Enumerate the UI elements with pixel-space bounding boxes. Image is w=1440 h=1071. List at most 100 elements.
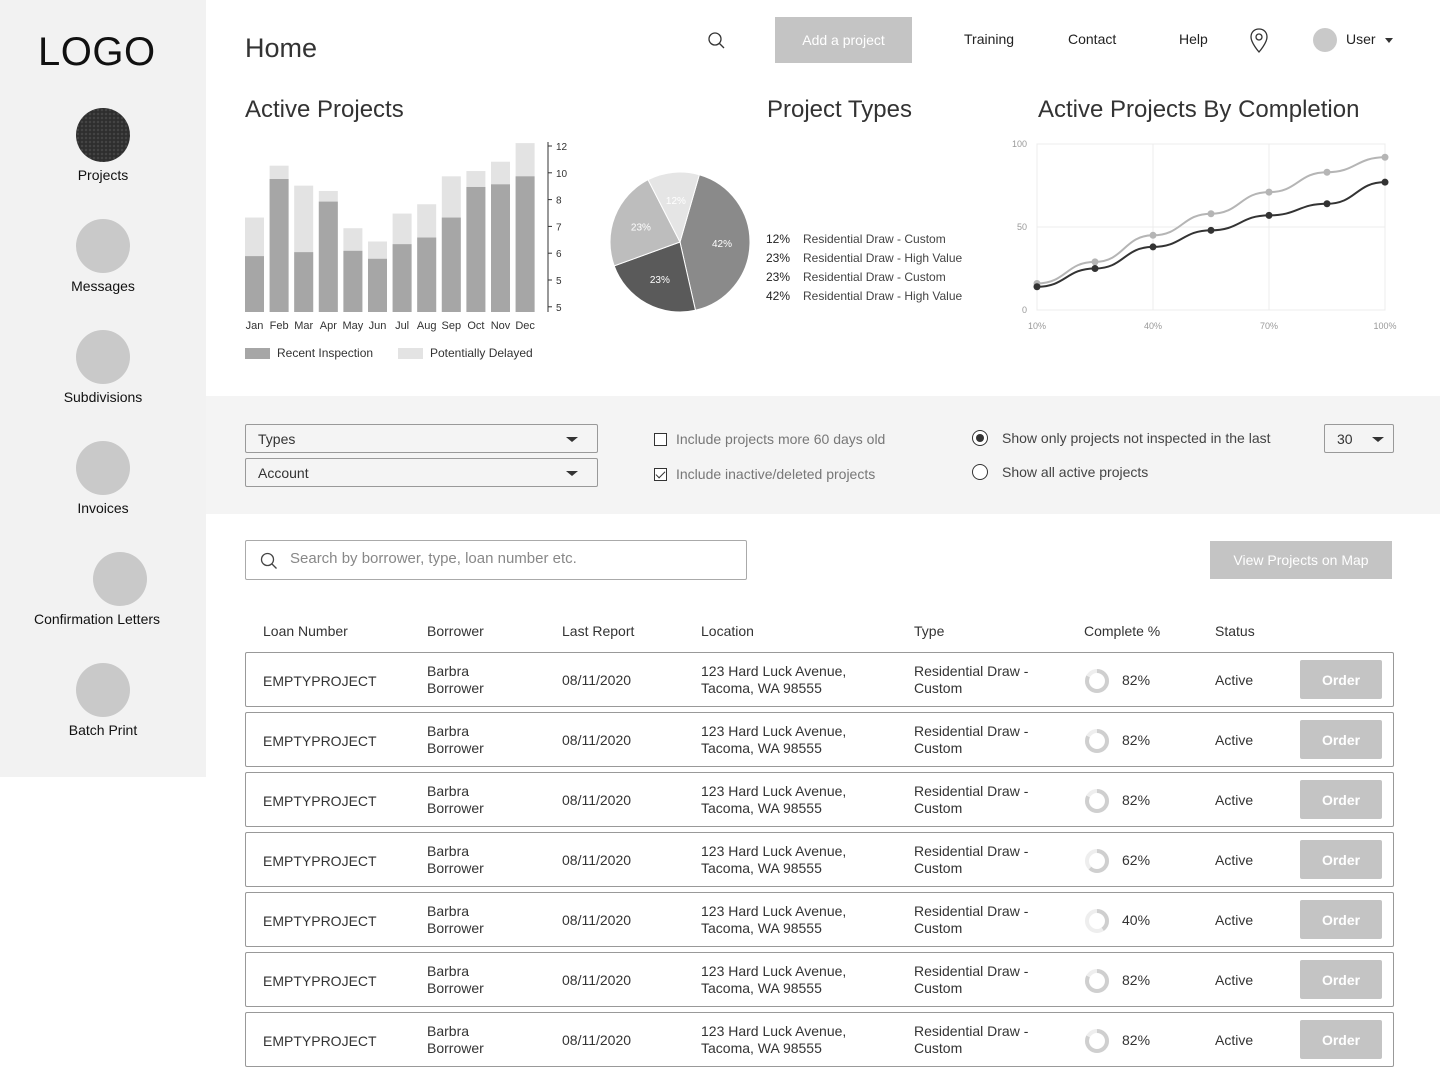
search-icon[interactable]: [707, 31, 727, 51]
x-tick-label: Jun: [369, 320, 387, 332]
type-line1-cell: Residential Draw -: [914, 663, 1029, 679]
invoices-icon: [76, 441, 130, 495]
radio-selected-icon[interactable]: [972, 430, 988, 446]
status-cell: Active: [1215, 1032, 1254, 1048]
table-row[interactable]: EMPTYPROJECT Barbra Borrower 08/11/2020 123 …: [245, 652, 1394, 707]
checkbox-checked-icon[interactable]: [654, 467, 667, 481]
location-line2-cell: Tacoma, WA 98555: [701, 740, 822, 756]
messages-icon: [76, 219, 130, 273]
completion-title: Active Projects By Completion: [1038, 96, 1360, 123]
order-button[interactable]: Order: [1300, 780, 1382, 819]
avatar[interactable]: [1313, 28, 1337, 52]
pie-legend-row: 23% Residential Draw - High Value: [766, 251, 962, 270]
table-row[interactable]: EMPTYPROJECT Barbra Borrower 08/11/2020 123 …: [245, 1012, 1394, 1067]
bar-recent-inspection: [343, 250, 363, 312]
status-cell: Active: [1215, 852, 1254, 868]
sidebar-item-invoices[interactable]: Invoices: [0, 441, 206, 516]
search-box[interactable]: [245, 540, 747, 580]
type-line2-cell: Custom: [914, 1040, 963, 1056]
types-select[interactable]: Types: [245, 424, 598, 453]
legend-swatch: [398, 347, 423, 359]
not-inspected-radio[interactable]: Show only projects not inspected in the …: [972, 430, 1271, 446]
pie-legend-row: 23% Residential Draw - Custom: [766, 270, 962, 289]
order-button[interactable]: Order: [1300, 660, 1382, 699]
borrower-first-cell: Barbra: [427, 723, 470, 739]
sidebar-item-confirmation-letters[interactable]: Confirmation Letters: [0, 552, 200, 627]
view-projects-on-map-button[interactable]: View Projects on Map: [1210, 541, 1392, 579]
account-select-value: Account: [258, 465, 309, 481]
sidebar-item-batch-print[interactable]: Batch Print: [0, 663, 206, 738]
user-menu[interactable]: User: [1346, 31, 1376, 47]
search-input[interactable]: [290, 550, 730, 567]
location-line2-cell: Tacoma, WA 98555: [701, 980, 822, 996]
order-button[interactable]: Order: [1300, 900, 1382, 939]
logo: LOGO: [38, 30, 156, 74]
order-button[interactable]: Order: [1300, 1020, 1382, 1059]
training-link[interactable]: Training: [964, 31, 1014, 47]
legend-swatch: [245, 347, 270, 359]
status-cell: Active: [1215, 972, 1254, 988]
column-header-loan-number[interactable]: Loan Number: [263, 623, 348, 639]
x-tick-label: May: [343, 320, 364, 332]
complete-percent-cell: 82%: [1122, 792, 1151, 808]
location-pin-icon[interactable]: [1249, 28, 1269, 54]
data-point: [1149, 231, 1157, 239]
type-line1-cell: Residential Draw -: [914, 903, 1029, 919]
table-row[interactable]: EMPTYPROJECT Barbra Borrower 08/11/2020 123 …: [245, 772, 1394, 827]
order-button[interactable]: Order: [1300, 720, 1382, 759]
order-button[interactable]: Order: [1300, 840, 1382, 879]
column-header-borrower[interactable]: Borrower: [427, 623, 484, 639]
account-select[interactable]: Account: [245, 458, 598, 487]
column-header-last-report[interactable]: Last Report: [562, 623, 634, 639]
sidebar-item-messages[interactable]: Messages: [0, 219, 206, 294]
x-tick-label: Apr: [320, 320, 337, 332]
radio-icon[interactable]: [972, 464, 988, 480]
column-header-location[interactable]: Location: [701, 623, 754, 639]
batch-print-icon: [76, 663, 130, 717]
all-active-radio[interactable]: Show all active projects: [972, 464, 1148, 480]
sidebar-item-projects[interactable]: Projects: [0, 108, 206, 183]
data-point: [1265, 188, 1273, 196]
table-row[interactable]: EMPTYPROJECT Barbra Borrower 08/11/2020 123 …: [245, 832, 1394, 887]
days-select-value: 30: [1337, 431, 1353, 447]
chevron-down-icon: [566, 471, 578, 476]
table-row[interactable]: EMPTYPROJECT Barbra Borrower 08/11/2020 123 …: [245, 892, 1394, 947]
location-line2-cell: Tacoma, WA 98555: [701, 860, 822, 876]
location-line2-cell: Tacoma, WA 98555: [701, 680, 822, 696]
status-cell: Active: [1215, 732, 1254, 748]
pie-legend-row: 42% Residential Draw - High Value: [766, 289, 962, 308]
days-select[interactable]: 30: [1324, 424, 1394, 453]
last-report-cell: 08/11/2020: [562, 792, 632, 808]
include-old-projects-checkbox[interactable]: Include projects more 60 days old: [654, 431, 885, 447]
location-line2-cell: Tacoma, WA 98555: [701, 1040, 822, 1056]
loan-number-cell: EMPTYPROJECT: [263, 973, 377, 989]
progress-ring-icon: [1085, 789, 1109, 813]
column-header-type[interactable]: Type: [914, 623, 944, 639]
sidebar-item-subdivisions[interactable]: Subdivisions: [0, 330, 206, 405]
help-link[interactable]: Help: [1179, 31, 1208, 47]
column-header-complete[interactable]: Complete %: [1084, 623, 1160, 639]
checkbox-icon[interactable]: [654, 432, 667, 446]
legend-potentially-delayed: Potentially Delayed: [398, 346, 533, 360]
contact-link[interactable]: Contact: [1068, 31, 1116, 47]
order-button[interactable]: Order: [1300, 960, 1382, 999]
chevron-down-icon[interactable]: [1385, 38, 1393, 43]
complete-percent-cell: 40%: [1122, 912, 1151, 928]
last-report-cell: 08/11/2020: [562, 672, 632, 688]
x-tick-label: Jan: [246, 320, 264, 332]
radio-label: Show all active projects: [1002, 464, 1149, 480]
x-tick-label: 10%: [1028, 321, 1046, 331]
page-title: Home: [245, 33, 318, 63]
table-row[interactable]: EMPTYPROJECT Barbra Borrower 08/11/2020 123 …: [245, 952, 1394, 1007]
y-tick-label: 7: [556, 222, 562, 233]
progress-ring-icon: [1085, 909, 1109, 933]
last-report-cell: 08/11/2020: [562, 1032, 632, 1048]
add-project-button[interactable]: Add a project: [775, 17, 912, 63]
include-inactive-checkbox[interactable]: Include inactive/deleted projects: [654, 466, 875, 482]
x-tick-label: Nov: [491, 320, 511, 332]
pie-legend: 12% Residential Draw - Custom 23% Resident…: [766, 232, 962, 308]
progress-ring-icon: [1085, 1029, 1109, 1053]
table-row[interactable]: EMPTYPROJECT Barbra Borrower 08/11/2020 123 …: [245, 712, 1394, 767]
column-header-status[interactable]: Status: [1215, 623, 1255, 639]
x-tick-label: Feb: [270, 320, 289, 332]
